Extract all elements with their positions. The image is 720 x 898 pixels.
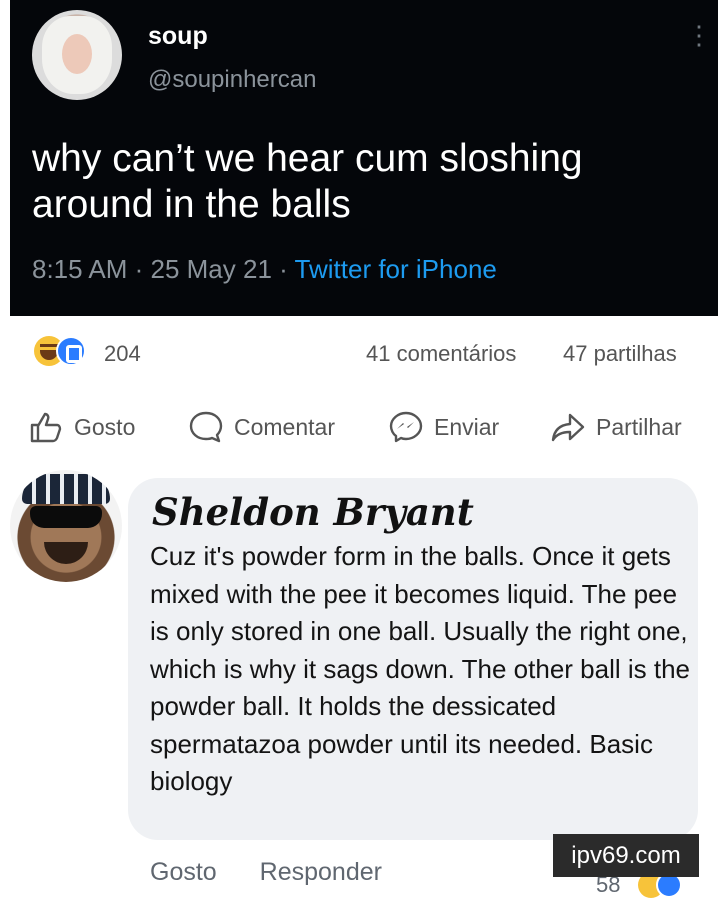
send-button-label: Enviar (434, 413, 500, 440)
avatar-sunglasses (30, 506, 102, 528)
embedded-tweet: soup @soupinhercan ⋮ why can’t we hear c… (10, 0, 718, 316)
share-arrow-icon (551, 413, 585, 442)
avatar-bandana (22, 474, 110, 504)
avatar-beard (44, 542, 88, 564)
tweet-display-name[interactable]: soup (148, 22, 208, 51)
share-button-label: Partilhar (596, 413, 682, 440)
comment-button[interactable]: Comentar (188, 406, 335, 448)
post-actions-bar: Gosto Comentar Enviar Partilhar (0, 400, 720, 454)
like-button-label: Gosto (74, 413, 136, 440)
comment-reply-link[interactable]: Responder (260, 858, 382, 886)
comment-like-link[interactable]: Gosto (150, 858, 217, 886)
watermark: ipv69.com (553, 834, 699, 877)
reactions-count[interactable]: 204 (104, 341, 141, 367)
comment-bubble-icon (189, 411, 223, 443)
comment-bubble: Sheldon Bryant Cuz it's powder form in t… (128, 478, 698, 840)
comment-text: Cuz it's powder form in the balls. Once … (150, 541, 691, 796)
comment-actions: Gosto Responder (150, 858, 418, 887)
comment-button-label: Comentar (234, 413, 335, 440)
tweet-timestamp: 8:15 AM · 25 May 21 · (32, 254, 295, 284)
send-button[interactable]: Enviar (388, 406, 499, 448)
tweet-text: why can’t we hear cum sloshing around in… (32, 137, 583, 226)
tweet-avatar[interactable] (32, 10, 122, 100)
more-options-icon[interactable]: ⋮ (686, 22, 712, 48)
comment-author[interactable]: Sheldon Bryant (152, 490, 474, 534)
share-button[interactable]: Partilhar (550, 406, 682, 448)
comments-count[interactable]: 41 comentários (366, 341, 516, 367)
screenshot-page: soup @soupinhercan ⋮ why can’t we hear c… (0, 0, 720, 898)
messenger-icon (389, 411, 423, 443)
reactions-icons[interactable] (34, 336, 104, 366)
thumbs-up-icon (30, 412, 62, 443)
like-button[interactable]: Gosto (28, 406, 135, 448)
avatar-face (62, 34, 92, 74)
commenter-avatar[interactable] (10, 470, 122, 582)
shares-count[interactable]: 47 partilhas (563, 341, 677, 367)
tweet-handle[interactable]: @soupinhercan (148, 66, 316, 94)
post-stats: 204 41 comentários 47 partilhas (0, 328, 720, 376)
tweet-source[interactable]: Twitter for iPhone (295, 254, 497, 284)
tweet-meta: 8:15 AM · 25 May 21 · Twitter for iPhone (32, 254, 497, 285)
like-reaction-icon (56, 336, 86, 366)
